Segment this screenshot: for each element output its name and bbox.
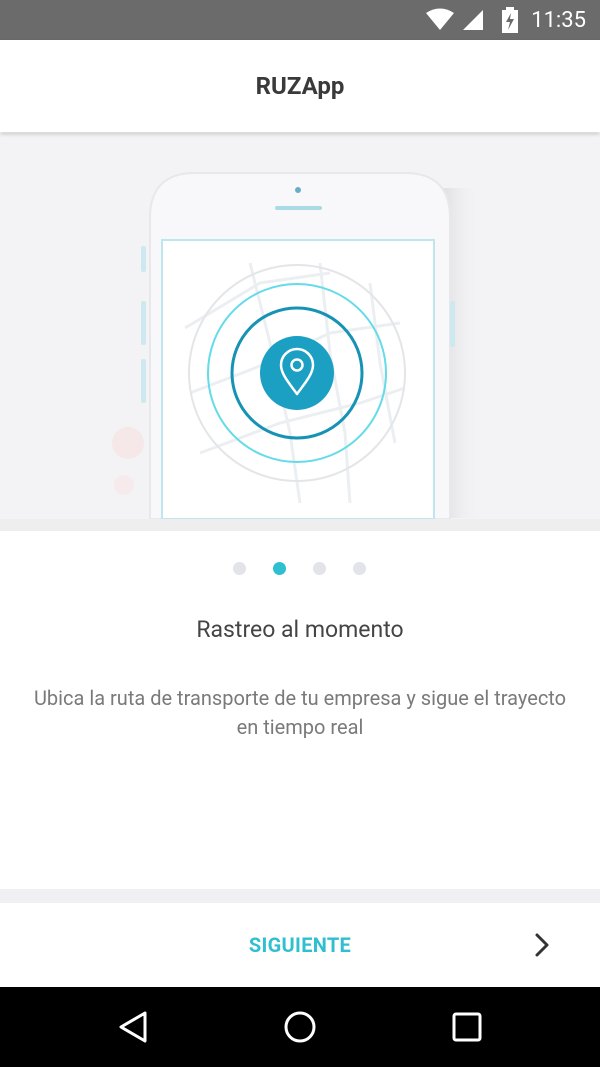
- back-icon[interactable]: [115, 1009, 151, 1045]
- page-indicator-3[interactable]: [313, 562, 326, 575]
- phone-illustration: [112, 172, 480, 519]
- onboarding-headline: Rastreo al momento: [196, 616, 404, 643]
- app-title: RUZApp: [255, 72, 345, 100]
- page-indicators: [0, 561, 600, 577]
- system-nav-bar: [0, 987, 600, 1067]
- wifi-icon: [426, 8, 455, 30]
- footer-bar: SIGUIENTE: [0, 903, 600, 987]
- onboarding-description: Ubica la ruta de transporte de tu empres…: [33, 686, 567, 739]
- signal-icon: [463, 10, 484, 30]
- battery-charging-icon: [502, 7, 519, 33]
- page-indicator-1[interactable]: [233, 562, 246, 575]
- page-indicator-2-active[interactable]: [273, 562, 286, 575]
- app-bar: RUZApp: [0, 40, 600, 132]
- status-bar: 11:35: [0, 0, 600, 40]
- home-icon[interactable]: [282, 1009, 318, 1045]
- hero-divider: [0, 519, 600, 531]
- recents-icon[interactable]: [449, 1009, 485, 1045]
- page-indicator-4[interactable]: [353, 562, 366, 575]
- footer-divider: [0, 889, 600, 903]
- chevron-right-icon[interactable]: [528, 931, 556, 959]
- status-time: 11:35: [531, 7, 586, 33]
- next-button[interactable]: SIGUIENTE: [200, 903, 400, 987]
- location-pin-icon: [279, 347, 315, 396]
- hero-illustration: [0, 133, 600, 519]
- status-icons: 11:35: [425, 0, 586, 40]
